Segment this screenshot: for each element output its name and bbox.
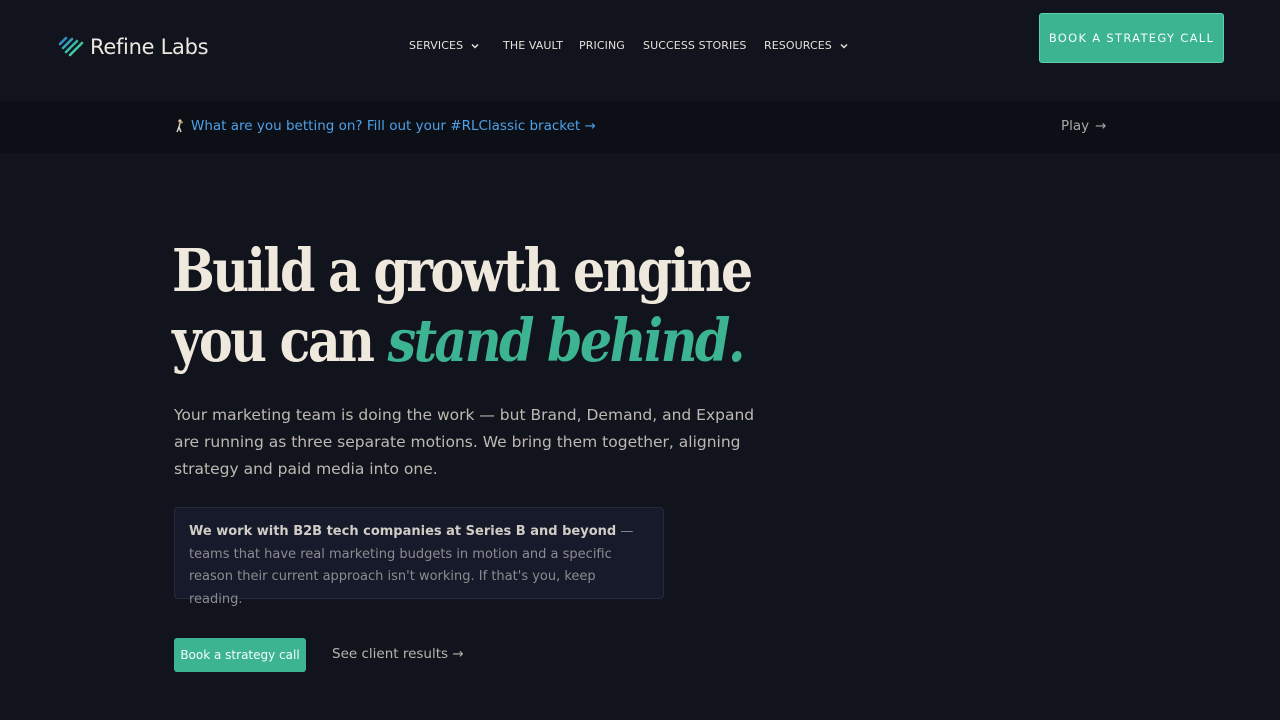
site-header: Refine Labs SERVICES THE VAULT PRICING S… (0, 0, 1280, 100)
announcement-text: What are you betting on? Fill out your #… (191, 118, 596, 134)
nav-success-stories[interactable]: SUCCESS STORIES (643, 39, 747, 52)
play-label: Play (1061, 118, 1090, 134)
announcement-bar: What are you betting on? Fill out your #… (0, 101, 1280, 153)
callout-bold-text: We work with B2B tech companies at Serie… (189, 524, 617, 539)
announcement-link[interactable]: What are you betting on? Fill out your #… (174, 118, 596, 134)
chevron-down-icon (840, 43, 848, 49)
book-strategy-call-button[interactable]: BOOK A STRATEGY CALL (1039, 13, 1224, 63)
arrow-right-icon: → (1095, 118, 1107, 134)
nav-pricing[interactable]: PRICING (579, 39, 625, 52)
nav-the-vault[interactable]: THE VAULT (503, 39, 563, 52)
book-strategy-call-hero-button[interactable]: Book a strategy call (174, 638, 306, 672)
nav-services-label: SERVICES (409, 39, 464, 52)
hero-title-accent: stand behind. (387, 306, 746, 375)
nav-pricing-label: PRICING (579, 39, 625, 52)
hero-title-line2: you can (172, 306, 388, 375)
play-link[interactable]: Play → (1061, 118, 1106, 134)
nav-services[interactable]: SERVICES (409, 39, 480, 52)
hero-title-line1: Build a growth engine (172, 236, 753, 305)
hero-title: Build a growth engine you can stand behi… (172, 236, 753, 376)
nav-resources[interactable]: RESOURCES (764, 39, 849, 52)
see-client-results-link[interactable]: See client results → (332, 646, 464, 662)
audience-callout: We work with B2B tech companies at Serie… (174, 507, 664, 607)
nav-success-stories-label: SUCCESS STORIES (643, 39, 747, 52)
nav-resources-label: RESOURCES (764, 39, 832, 52)
golfer-icon (176, 119, 184, 133)
nav-the-vault-label: THE VAULT (503, 39, 564, 52)
hero-subtitle: Your marketing team is doing the work — … (174, 406, 755, 478)
chevron-down-icon (471, 43, 479, 49)
